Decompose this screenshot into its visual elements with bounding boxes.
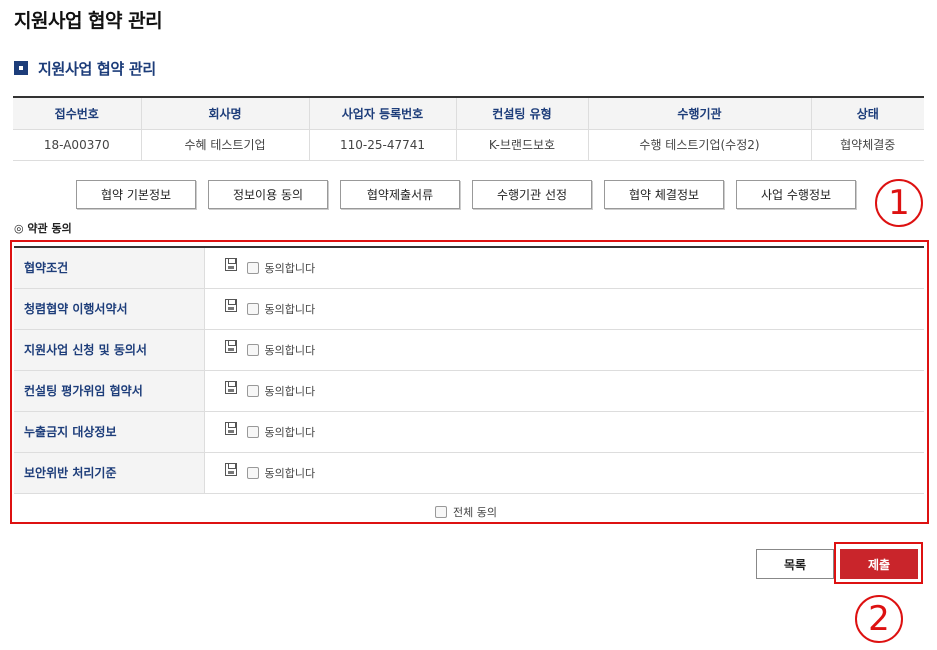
table-row: 보안위반 처리기준 동의합니다 bbox=[14, 452, 924, 494]
term-label: 협약조건 bbox=[14, 247, 205, 289]
cell-consulting-type: K-브랜드보호 bbox=[456, 129, 589, 161]
table-row: 18-A00370 수혜 테스트기업 110-25-47741 K-브랜드보호 … bbox=[13, 129, 924, 161]
tab-project-performance-info[interactable]: 사업 수행정보 bbox=[736, 180, 856, 209]
agree-checkbox[interactable] bbox=[246, 302, 259, 315]
tab-agreement-basic-info[interactable]: 협약 기본정보 bbox=[76, 180, 196, 209]
tab-bar: 협약 기본정보 정보이용 동의 협약제출서류 수행기관 선정 협약 체결정보 사… bbox=[76, 180, 856, 209]
header-consulting-type: 컨설팅 유형 bbox=[456, 97, 589, 130]
agree-checkbox[interactable] bbox=[246, 425, 259, 438]
cell-receipt-no: 18-A00370 bbox=[13, 129, 142, 161]
floppy-disk-icon[interactable] bbox=[224, 381, 237, 394]
term-label: 보안위반 처리기준 bbox=[14, 452, 205, 494]
header-company-name: 회사명 bbox=[141, 97, 310, 130]
section-title-text: 지원사업 협약 관리 bbox=[38, 59, 156, 78]
cell-status: 협약체결중 bbox=[811, 129, 924, 161]
agree-label: 동의합니다 bbox=[264, 261, 316, 275]
floppy-disk-icon[interactable] bbox=[224, 463, 237, 476]
table-row: 누출금지 대상정보 동의합니다 bbox=[14, 411, 924, 453]
floppy-disk-icon[interactable] bbox=[224, 340, 237, 353]
agree-label: 동의합니다 bbox=[264, 302, 316, 316]
terms-table: 협약조건 동의합니다 청렴협약 이행서약서 동의합니다 지원사업 신청 및 동의… bbox=[14, 246, 924, 494]
terms-section-label: ◎ 약관 동의 bbox=[14, 222, 72, 235]
table-row: 지원사업 신청 및 동의서 동의합니다 bbox=[14, 329, 924, 371]
table-row: 협약조건 동의합니다 bbox=[14, 247, 924, 289]
tab-info-usage-consent[interactable]: 정보이용 동의 bbox=[208, 180, 328, 209]
agree-label: 동의합니다 bbox=[264, 466, 316, 480]
cell-agency: 수행 테스트기업(수정2) bbox=[588, 129, 812, 161]
header-status: 상태 bbox=[811, 97, 924, 130]
agree-label: 동의합니다 bbox=[264, 384, 316, 398]
annotation-circle-1: 1 bbox=[875, 179, 923, 227]
agree-checkbox[interactable] bbox=[246, 261, 259, 274]
tab-agreement-documents[interactable]: 협약제출서류 bbox=[340, 180, 460, 209]
header-business-reg-no: 사업자 등록번호 bbox=[309, 97, 457, 130]
all-agree-checkbox[interactable] bbox=[435, 506, 447, 518]
header-receipt-no: 접수번호 bbox=[13, 97, 142, 130]
annotation-circle-2: 2 bbox=[855, 595, 903, 643]
floppy-disk-icon[interactable] bbox=[224, 258, 237, 272]
term-label: 지원사업 신청 및 동의서 bbox=[14, 329, 205, 371]
term-label: 청렴협약 이행서약서 bbox=[14, 288, 205, 330]
agree-checkbox[interactable] bbox=[246, 384, 259, 397]
agree-checkbox[interactable] bbox=[246, 466, 259, 479]
floppy-disk-icon[interactable] bbox=[224, 422, 237, 435]
agree-checkbox[interactable] bbox=[246, 343, 259, 356]
all-agree-label: 전체 동의 bbox=[453, 506, 497, 519]
cell-company-name: 수혜 테스트기업 bbox=[141, 129, 310, 161]
table-header-row: 접수번호 회사명 사업자 등록번호 컨설팅 유형 수행기관 상태 bbox=[13, 97, 924, 130]
page-title: 지원사업 협약 관리 bbox=[14, 10, 163, 32]
application-info-table: 접수번호 회사명 사업자 등록번호 컨설팅 유형 수행기관 상태 18-A003… bbox=[13, 96, 924, 161]
agree-label: 동의합니다 bbox=[264, 425, 316, 439]
submit-button[interactable]: 제출 bbox=[840, 549, 918, 579]
term-label: 누출금지 대상정보 bbox=[14, 411, 205, 453]
tab-agreement-signing-info[interactable]: 협약 체결정보 bbox=[604, 180, 724, 209]
list-button[interactable]: 목록 bbox=[756, 549, 834, 579]
table-row: 청렴협약 이행서약서 동의합니다 bbox=[14, 288, 924, 330]
all-agree-row: 전체 동의 bbox=[435, 504, 497, 520]
table-row: 컨설팅 평가위임 협약서 동의합니다 bbox=[14, 370, 924, 412]
tab-agency-selection[interactable]: 수행기관 선정 bbox=[472, 180, 592, 209]
agree-label: 동의합니다 bbox=[264, 343, 316, 357]
square-bullet-icon bbox=[14, 61, 28, 75]
header-agency: 수행기관 bbox=[588, 97, 812, 130]
term-label: 컨설팅 평가위임 협약서 bbox=[14, 370, 205, 412]
cell-business-reg-no: 110-25-47741 bbox=[309, 129, 457, 161]
section-title: 지원사업 협약 관리 bbox=[14, 57, 156, 79]
floppy-disk-icon[interactable] bbox=[224, 299, 237, 312]
